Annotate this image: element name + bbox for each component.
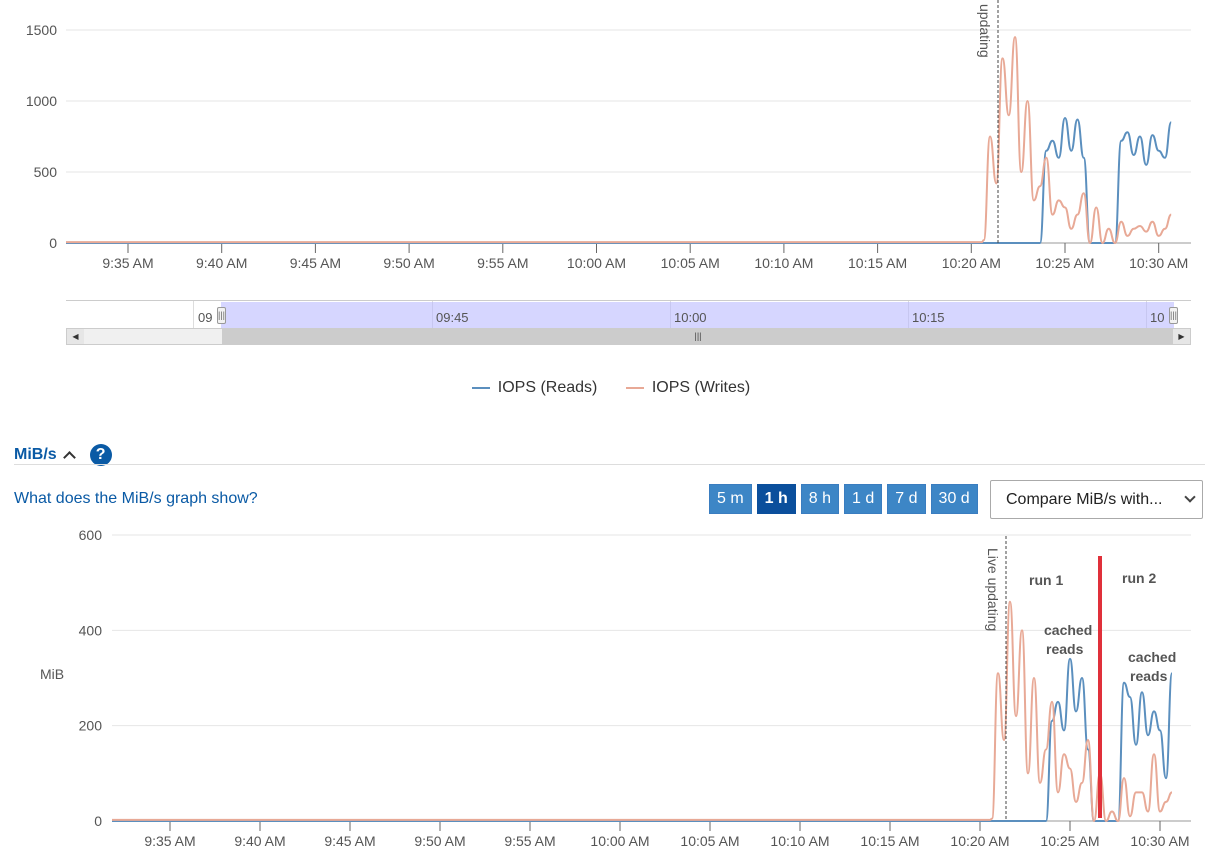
y-tick-label: 500 — [34, 164, 58, 180]
x-tick-label: 10:10 AM — [770, 833, 829, 849]
x-tick-label: 10:00 AM — [590, 833, 649, 849]
x-tick-label: 10:05 AM — [661, 255, 720, 271]
y-tick-label: 1000 — [26, 93, 57, 109]
x-tick-label: 10:25 AM — [1040, 833, 1099, 849]
legend-label-writes: IOPS (Writes) — [651, 379, 751, 396]
range-button-5m[interactable]: 5 m — [709, 484, 752, 514]
y-tick-label: 200 — [79, 718, 103, 734]
time-navigator[interactable]: 09 09:45 10:00 10:15 10 ||| ||| ◀ ||| ▶ — [66, 300, 1191, 347]
y-axis-label: MiB — [40, 666, 64, 682]
iops-chart: 1500 1000 500 0 9:35 AM 9:40 AM 9:45 AM 9:50 A… — [26, 0, 1191, 271]
navigator-label-start: 09 — [198, 310, 213, 325]
series-line-writes — [66, 36, 1172, 245]
annotation-run2: run 2 — [1122, 570, 1156, 586]
x-tick-label: 9:35 AM — [144, 833, 195, 849]
y-tick-label: 400 — [79, 622, 103, 638]
time-range-buttons: 5 m 1 h 8 h 1 d 7 d 30 d — [709, 484, 978, 514]
range-button-7d[interactable]: 7 d — [887, 484, 926, 514]
chart-legend: IOPS (Reads) IOPS (Writes) — [0, 376, 1222, 397]
x-tick-label: 9:55 AM — [477, 255, 528, 271]
x-tick-label: 10:00 AM — [567, 255, 626, 271]
compare-select-value: Compare MiB/s with... — [1006, 491, 1163, 508]
legend-swatch-reads — [471, 387, 490, 389]
x-tick-label: 10:20 AM — [950, 833, 1009, 849]
section-title: MiB/s — [14, 446, 57, 463]
navigator-label: 10:15 — [912, 310, 945, 325]
navigator-right-handle[interactable]: ||| — [1169, 307, 1178, 324]
x-tick-label: 10:30 AM — [1129, 255, 1188, 271]
y-tick-label: 1500 — [26, 22, 57, 38]
y-tick-label: 0 — [94, 813, 102, 829]
chevron-up-icon[interactable] — [62, 450, 76, 464]
x-tick-label: 9:40 AM — [234, 833, 285, 849]
navigator-label-end: 10 — [1150, 310, 1165, 325]
y-tick-label: 0 — [49, 235, 57, 251]
annotation-cached2-l2: reads — [1130, 668, 1168, 684]
series-line-reads — [66, 117, 1173, 245]
x-tick-label: 10:30 AM — [1130, 833, 1189, 849]
scroll-left-icon[interactable]: ◀ — [67, 329, 84, 344]
help-link[interactable]: What does the MiB/s graph show? — [14, 490, 258, 508]
series-line-writes — [111, 600, 1173, 823]
x-tick-label: 10:05 AM — [680, 833, 739, 849]
range-button-1d[interactable]: 1 d — [844, 484, 883, 514]
help-icon[interactable]: ? — [89, 444, 112, 466]
annotation-cached1-l2: reads — [1046, 641, 1084, 657]
navigator-label: 09:45 — [436, 310, 469, 325]
x-tick-label: 9:55 AM — [504, 833, 555, 849]
legend-item-reads[interactable]: IOPS (Reads) — [471, 379, 598, 397]
live-update-label: Live updating — [985, 548, 1001, 631]
scroll-right-icon[interactable]: ▶ — [1173, 329, 1190, 344]
annotation-cached2-l1: cached — [1128, 649, 1176, 665]
x-tick-label: 9:50 AM — [414, 833, 465, 849]
navigator-left-handle[interactable]: ||| — [217, 307, 226, 324]
navigator-track: 09 09:45 10:00 10:15 10 ||| ||| — [66, 300, 1191, 329]
navigator-scrollbar[interactable]: ◀ ||| ▶ — [66, 328, 1191, 345]
y-tick-label: 600 — [79, 527, 103, 543]
annotation-run1: run 1 — [1029, 572, 1063, 588]
range-button-8h[interactable]: 8 h — [800, 484, 840, 514]
range-button-1h[interactable]: 1 h — [756, 484, 796, 514]
legend-item-writes[interactable]: IOPS (Writes) — [625, 379, 751, 397]
x-tick-label: 9:45 AM — [290, 255, 341, 271]
range-button-30d[interactable]: 30 d — [930, 484, 978, 514]
mib-section-header[interactable]: MiB/s ? — [14, 444, 112, 466]
navigator-label: 10:00 — [674, 310, 707, 325]
section-divider — [14, 464, 1205, 465]
compare-select[interactable]: Compare MiB/s with... — [990, 480, 1203, 519]
scrollbar-thumb[interactable]: ||| — [222, 329, 1174, 344]
x-tick-label: 9:45 AM — [324, 833, 375, 849]
x-tick-label: 10:15 AM — [848, 255, 907, 271]
legend-swatch-writes — [625, 387, 644, 389]
x-tick-label: 10:20 AM — [942, 255, 1001, 271]
live-update-label: updating — [977, 4, 993, 58]
annotation-cached1-l1: cached — [1044, 622, 1092, 638]
x-tick-label: 10:25 AM — [1035, 255, 1094, 271]
x-tick-label: 9:50 AM — [383, 255, 434, 271]
legend-label-reads: IOPS (Reads) — [497, 379, 598, 396]
x-tick-label: 10:10 AM — [754, 255, 813, 271]
x-tick-label: 10:15 AM — [860, 833, 919, 849]
x-tick-label: 9:35 AM — [102, 255, 153, 271]
mib-chart: 600 400 200 0 9:35 AM 9:40 AM 9:45 AM 9:50 AM 9… — [40, 527, 1191, 849]
chevron-down-icon — [1184, 491, 1196, 503]
x-tick-label: 9:40 AM — [196, 255, 247, 271]
